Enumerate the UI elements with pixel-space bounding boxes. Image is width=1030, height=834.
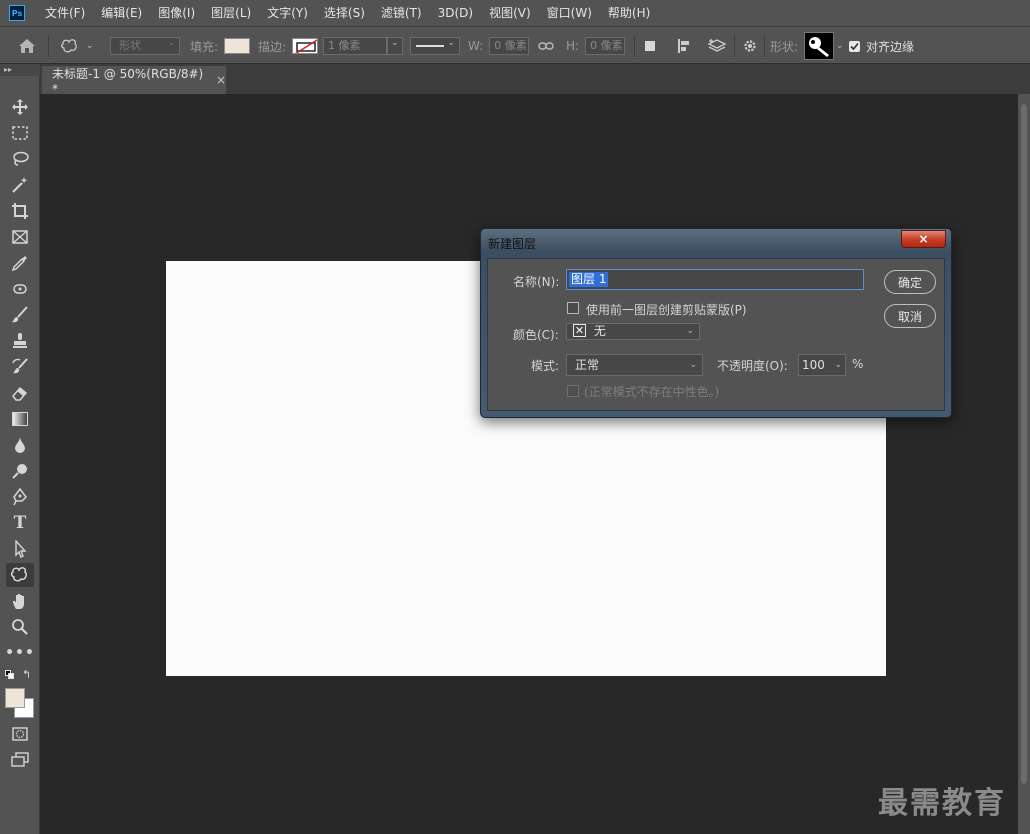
gear-icon[interactable] [742,27,758,65]
dialog-body: 名称(N): 图层 1 使用前一图层创建剪贴蒙版(P) 颜色(C): ✕ 无 ⌄… [487,258,945,411]
menu-window[interactable]: 窗口(W) [539,0,600,26]
height-input[interactable]: 0 像素 [585,37,626,55]
dialog-close-button[interactable]: × [901,230,946,248]
color-value: 无 [593,324,606,338]
custom-shape-tool-icon[interactable] [6,563,34,587]
key-shape-icon [809,37,829,57]
neutral-color-label: (正常模式不存在中性色。) [584,385,720,399]
menu-select[interactable]: 选择(S) [316,0,373,26]
path-operations-icon[interactable] [645,27,655,65]
menu-filter[interactable]: 滤镜(T) [373,0,430,26]
opacity-label: 不透明度(O): [717,359,788,373]
stroke-size-dropdown[interactable]: ⌄ [387,37,403,55]
hand-icon[interactable] [6,589,34,613]
healing-icon[interactable] [6,277,34,301]
move-icon[interactable] [6,95,34,119]
blend-mode-value: 正常 [575,358,600,372]
stroke-type-dropdown[interactable]: ⌄ [410,37,460,55]
neutral-color-checkbox[interactable] [567,385,579,397]
document-tab-strip: 未标题-1 @ 50%(RGB/8#) * × [40,64,1030,96]
name-label: 名称(N): [513,275,560,289]
opacity-input[interactable]: 100 ⌄ [798,354,846,376]
stroke-size-input[interactable]: 1 像素 [323,37,387,55]
panel-collapse-grip[interactable]: ▸▸ [0,64,40,76]
default-colors-icon[interactable] [5,670,15,680]
swap-colors-icon[interactable]: ↰ [22,668,31,681]
h-label: H: [566,39,580,53]
document-tab[interactable]: 未标题-1 @ 50%(RGB/8#) * × [42,66,226,96]
foreground-color-swatch[interactable] [5,688,25,708]
color-dropdown[interactable]: ✕ 无 ⌄ [566,323,700,340]
gradient-icon[interactable] [6,407,34,431]
menu-layer[interactable]: 图层(L) [203,0,259,26]
path-arrangement-icon[interactable] [707,27,727,65]
clip-mask-checkbox[interactable] [567,302,579,314]
history-brush-icon[interactable] [6,355,34,379]
fill-label: 填充: [190,39,219,54]
home-icon[interactable] [18,27,36,65]
lasso-icon[interactable] [6,147,34,171]
dialog-title: 新建图层 [488,237,537,251]
stroke-swatch[interactable] [292,38,319,54]
brush-icon[interactable] [6,303,34,327]
align-edges-checkbox[interactable] [849,40,860,52]
width-input[interactable]: 0 像素 [489,37,530,55]
zoom-icon[interactable] [6,615,34,639]
fill-swatch[interactable] [224,38,251,54]
mode-label: 模式: [531,359,560,373]
watermark: 最需教育 [878,786,1006,821]
align-edges-label: 对齐边缘 [866,39,915,54]
marquee-icon[interactable] [6,121,34,145]
mode-value: 形状 [119,39,141,52]
no-color-icon: ✕ [573,324,586,337]
stroke-label: 描边: [258,39,287,54]
shape-label: 形状: [770,39,799,54]
link-icon[interactable] [538,27,554,65]
pen-icon[interactable] [6,485,34,509]
eyedropper-icon[interactable] [6,251,34,275]
mode-dropdown[interactable]: 形状 ⌄ [110,37,180,55]
custom-shape-icon [60,39,77,53]
type-icon[interactable]: T [6,511,34,535]
more-icon[interactable]: ••• [5,641,34,665]
new-layer-dialog: 新建图层 × 名称(N): 图层 1 使用前一图层创建剪贴蒙版(P) 颜色(C)… [480,228,952,418]
layer-name-input[interactable]: 图层 1 [566,269,864,290]
tool-preset-picker[interactable]: ⌄ [60,27,94,65]
menu-edit[interactable]: 编辑(E) [93,0,150,26]
color-label: 颜色(C): [513,328,559,342]
dodge-icon[interactable] [6,459,34,483]
tools-panel: ▸▸ T ••• ↰ [0,64,40,834]
screen-mode-icon[interactable] [6,748,34,772]
menu-help[interactable]: 帮助(H) [600,0,658,26]
close-icon[interactable]: × [216,73,226,87]
crop-icon[interactable] [6,199,34,223]
blend-mode-dropdown[interactable]: 正常 ⌄ [566,354,703,376]
menu-bar: Ps 文件(F) 编辑(E) 图像(I) 图层(L) 文字(Y) 选择(S) 滤… [0,0,1030,26]
path-select-icon[interactable] [6,537,34,561]
opacity-unit: % [852,357,864,371]
magic-wand-icon[interactable] [6,173,34,197]
frame-icon[interactable] [6,225,34,249]
menu-3d[interactable]: 3D(D) [430,0,481,26]
eraser-icon[interactable] [6,381,34,405]
menu-view[interactable]: 视图(V) [481,0,539,26]
shape-picker[interactable] [804,32,834,60]
ok-button[interactable]: 确定 [884,270,936,294]
opacity-value: 100 [802,358,825,372]
stamp-icon[interactable] [6,329,34,353]
vertical-scrollbar[interactable] [1021,104,1027,784]
clip-mask-label: 使用前一图层创建剪贴蒙版(P) [586,303,747,317]
options-bar: ⌄ 形状 ⌄ 填充: 描边: 1 像素 ⌄ ⌄ W: 0 像素 H: 0 像素 [0,26,1030,64]
menu-file[interactable]: 文件(F) [37,0,93,26]
menu-type[interactable]: 文字(Y) [259,0,316,26]
blur-icon[interactable] [6,433,34,457]
menu-image[interactable]: 图像(I) [150,0,203,26]
layer-name-value: 图层 1 [569,272,609,287]
quick-mask-icon[interactable] [6,722,34,746]
w-label: W: [468,39,484,53]
path-alignment-icon[interactable] [676,27,692,65]
cancel-button[interactable]: 取消 [884,304,936,328]
document-tab-title: 未标题-1 @ 50%(RGB/8#) * [52,66,204,96]
ps-logo: Ps [9,5,25,21]
